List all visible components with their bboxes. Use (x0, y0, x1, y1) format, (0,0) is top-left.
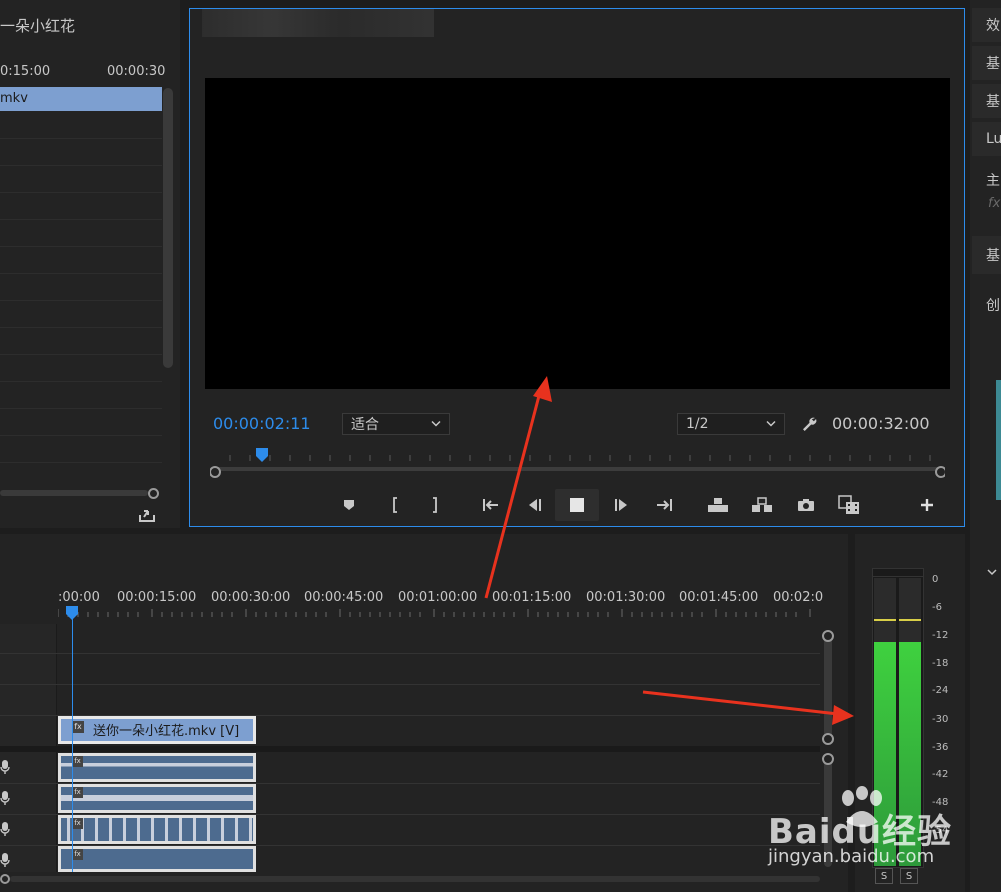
annotation-arrow-up (484, 376, 552, 599)
annotation-arrows (484, 376, 854, 725)
baidu-watermark: Baidu经验 jingyan.baidu.com (768, 786, 958, 876)
watermark-url: jingyan.baidu.com (768, 846, 935, 867)
annotation-arrow-right (642, 690, 854, 725)
